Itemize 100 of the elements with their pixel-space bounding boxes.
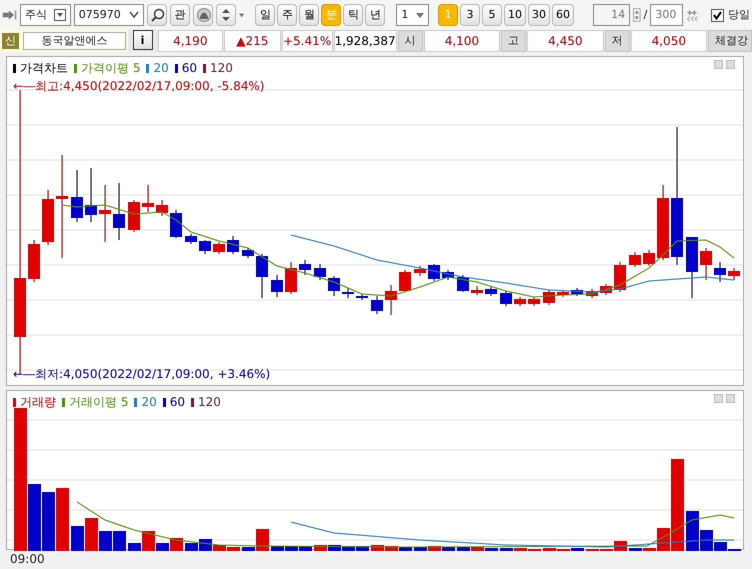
up-down-icon [220, 8, 232, 22]
candlestick [28, 240, 40, 282]
candlestick [71, 170, 83, 222]
dropdown-caret-icon [54, 9, 66, 21]
total-field[interactable]: 300 [650, 4, 683, 26]
period-tab[interactable]: 월 [299, 4, 320, 26]
period-tab[interactable]: 년 [365, 4, 386, 26]
legend-label: 20 [141, 394, 157, 411]
field-value: 4,450 [527, 30, 604, 52]
spin-button[interactable] [216, 4, 236, 26]
market-value: 주식 [25, 6, 48, 23]
candlestick [385, 284, 397, 316]
minute-button[interactable]: 10 [504, 4, 526, 26]
arrow-icon[interactable] [2, 8, 18, 22]
market-select[interactable]: 주식 [20, 4, 71, 26]
field-value: 4,050 [630, 30, 708, 52]
candlestick [600, 284, 612, 296]
search-icon [151, 8, 166, 22]
legend-label: 120 [210, 60, 233, 77]
code-value: 075970 [78, 6, 121, 23]
candlestick [399, 270, 411, 292]
low-price-note: ←―최저:4,050(2022/02/17,09:00, +3.46%) [12, 366, 270, 383]
period-tab[interactable]: 틱 [343, 4, 364, 26]
legend-label: 60 [182, 60, 198, 77]
candlestick [514, 296, 526, 306]
checkbox-label[interactable]: 당일 [728, 6, 750, 24]
candlestick [643, 250, 655, 266]
candlestick [356, 294, 368, 300]
candlestick [128, 200, 140, 232]
candlestick [371, 296, 383, 314]
minute-button[interactable]: 30 [528, 4, 550, 26]
candlestick [99, 184, 111, 242]
candlestick [500, 290, 512, 306]
search-button[interactable] [147, 4, 168, 26]
code-field[interactable]: 075970 [74, 4, 144, 26]
candlestick [557, 290, 569, 298]
candlestick [328, 276, 340, 296]
minute-button[interactable]: 3 [460, 4, 480, 26]
info-button[interactable]: i [132, 30, 152, 50]
candlestick [113, 182, 125, 240]
volume-bar [42, 492, 55, 551]
spinner-icon[interactable] [633, 6, 641, 24]
candlestick [700, 248, 712, 280]
candlestick [571, 288, 583, 296]
candlestick [42, 190, 54, 246]
period-tab[interactable]: 주 [277, 4, 298, 26]
candlestick [686, 236, 698, 298]
legend-label: 120 [198, 394, 221, 411]
badge-label: 신 [2, 32, 19, 50]
volume-bar [56, 488, 69, 551]
dropdown-caret-icon [416, 12, 424, 18]
price-value: 4,190 [158, 30, 224, 52]
candlestick [414, 266, 426, 276]
separator-text: / [644, 6, 648, 23]
legend-label: 가격이평 5 [81, 60, 140, 77]
field-label: 시 [398, 30, 423, 52]
rate-value: +5.41% [282, 30, 333, 52]
count-value: 14 [611, 6, 626, 23]
field-label: 저 [604, 30, 630, 52]
field-label: 고 [501, 30, 526, 52]
candlestick [614, 262, 626, 292]
volume-bar [71, 526, 84, 551]
candlestick [256, 254, 268, 298]
change-value: ▲215 [224, 30, 281, 52]
candlestick [714, 262, 726, 282]
candlestick [471, 286, 483, 296]
dropdown-caret-icon[interactable] [239, 12, 244, 18]
candlestick [442, 270, 454, 280]
candlestick [342, 288, 354, 298]
checkbox-icon[interactable] [711, 8, 724, 22]
candlestick [285, 262, 297, 294]
field-label: 체결강 [708, 30, 752, 52]
watch-button[interactable]: 관 [170, 4, 190, 26]
candlestick [142, 184, 154, 212]
candlestick [199, 240, 211, 254]
dropdown-caret-icon [129, 11, 140, 19]
interval-value: 1 [401, 6, 408, 23]
interval-select[interactable]: 1 [396, 4, 429, 26]
round-button[interactable] [193, 4, 214, 26]
volume-bar [113, 531, 126, 551]
candlestick [629, 252, 641, 268]
candlestick [428, 264, 440, 282]
period-tab[interactable]: 일 [255, 4, 276, 26]
legend-label: 20 [153, 60, 169, 77]
candlestick [528, 296, 540, 306]
candlestick [170, 210, 182, 238]
candlestick [543, 290, 555, 306]
field-value: 4,100 [424, 30, 500, 52]
minute-button[interactable]: 60 [552, 4, 574, 26]
total-value: 300 [655, 6, 676, 23]
stock-name: 동국알앤에스 [23, 32, 126, 50]
candlestick [271, 274, 283, 298]
candlestick [185, 234, 197, 244]
legend-label: 거래량 [20, 394, 56, 411]
minute-button[interactable]: 5 [482, 4, 502, 26]
count-field[interactable]: 14 [592, 4, 630, 26]
candlestick [213, 242, 225, 254]
candlestick [227, 236, 239, 254]
candlestick [728, 268, 740, 280]
high-price-note: ←―최고:4,450(2022/02/17,09:00, -5.84%) [12, 78, 266, 95]
